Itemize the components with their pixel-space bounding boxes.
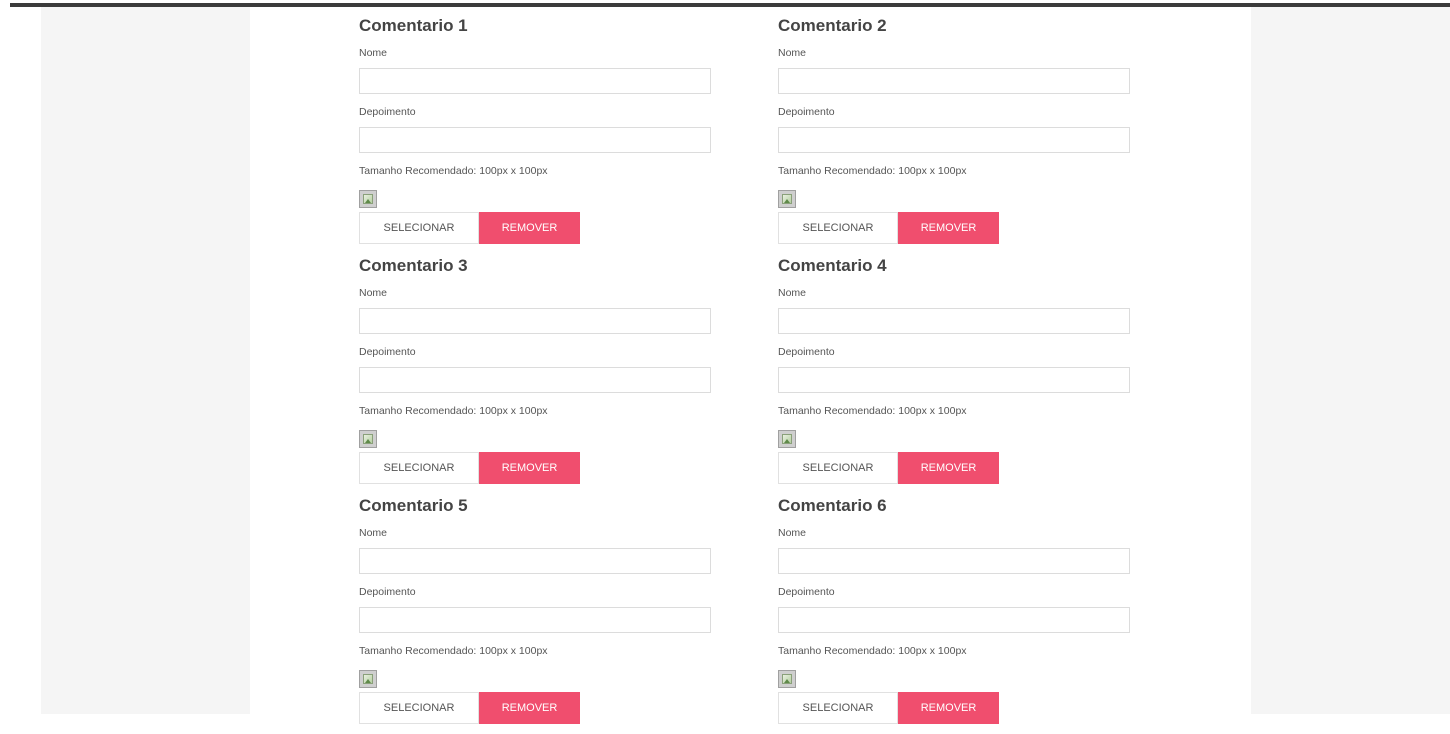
comment-block-3: Comentario 3 Nome Depoimento Tamanho Rec… (359, 254, 711, 494)
testimonial-input[interactable] (359, 607, 711, 633)
broken-image-icon (359, 430, 377, 448)
select-image-button[interactable]: SELECIONAR (359, 212, 479, 244)
testimonial-input[interactable] (359, 367, 711, 393)
comment-title: Comentario 5 (359, 496, 468, 515)
comment-title: Comentario 4 (778, 256, 887, 275)
name-label: Nome (359, 47, 388, 59)
name-label: Nome (778, 47, 807, 59)
testimonial-label: Depoimento (778, 346, 835, 358)
size-hint: Tamanho Recomendado: 100px x 100px (359, 405, 548, 417)
name-input[interactable] (359, 308, 711, 334)
remove-image-button[interactable]: REMOVER (479, 452, 580, 484)
image-actions: SELECIONAR REMOVER (359, 212, 711, 244)
name-input[interactable] (778, 308, 1130, 334)
image-actions: SELECIONAR REMOVER (778, 212, 1130, 244)
broken-image-icon (778, 670, 796, 688)
testimonial-label: Depoimento (778, 106, 835, 118)
comment-title: Comentario 6 (778, 496, 887, 515)
name-input[interactable] (778, 68, 1130, 94)
testimonial-label: Depoimento (359, 586, 416, 598)
testimonial-label: Depoimento (359, 106, 416, 118)
size-hint: Tamanho Recomendado: 100px x 100px (359, 165, 548, 177)
broken-image-icon (359, 190, 377, 208)
testimonial-label: Depoimento (359, 346, 416, 358)
name-input[interactable] (359, 548, 711, 574)
comment-title: Comentario 2 (778, 16, 887, 35)
name-input[interactable] (778, 548, 1130, 574)
comment-block-4: Comentario 4 Nome Depoimento Tamanho Rec… (778, 254, 1130, 494)
select-image-button[interactable]: SELECIONAR (778, 452, 898, 484)
remove-image-button[interactable]: REMOVER (479, 692, 580, 724)
comment-block-2: Comentario 2 Nome Depoimento Tamanho Rec… (778, 14, 1130, 254)
top-bar (0, 0, 1450, 7)
size-hint: Tamanho Recomendado: 100px x 100px (778, 165, 967, 177)
remove-image-button[interactable]: REMOVER (898, 452, 999, 484)
testimonial-label: Depoimento (778, 586, 835, 598)
broken-image-icon (778, 430, 796, 448)
comment-title: Comentario 1 (359, 16, 468, 35)
select-image-button[interactable]: SELECIONAR (778, 212, 898, 244)
image-actions: SELECIONAR REMOVER (778, 452, 1130, 484)
image-actions: SELECIONAR REMOVER (359, 452, 711, 484)
testimonial-input[interactable] (778, 367, 1130, 393)
name-label: Nome (778, 527, 807, 539)
select-image-button[interactable]: SELECIONAR (359, 452, 479, 484)
broken-image-icon (359, 670, 377, 688)
image-actions: SELECIONAR REMOVER (778, 692, 1130, 724)
testimonial-input[interactable] (359, 127, 711, 153)
remove-image-button[interactable]: REMOVER (898, 212, 999, 244)
size-hint: Tamanho Recomendado: 100px x 100px (359, 645, 548, 657)
name-label: Nome (359, 287, 388, 299)
size-hint: Tamanho Recomendado: 100px x 100px (778, 405, 967, 417)
testimonial-input[interactable] (778, 127, 1130, 153)
comment-block-1: Comentario 1 Nome Depoimento Tamanho Rec… (359, 14, 711, 254)
select-image-button[interactable]: SELECIONAR (778, 692, 898, 724)
comments-grid: Comentario 1 Nome Depoimento Tamanho Rec… (359, 14, 1130, 734)
comment-title: Comentario 3 (359, 256, 468, 275)
name-label: Nome (778, 287, 807, 299)
name-input[interactable] (359, 68, 711, 94)
remove-image-button[interactable]: REMOVER (479, 212, 580, 244)
comment-block-6: Comentario 6 Nome Depoimento Tamanho Rec… (778, 494, 1130, 734)
comment-block-5: Comentario 5 Nome Depoimento Tamanho Rec… (359, 494, 711, 734)
remove-image-button[interactable]: REMOVER (898, 692, 999, 724)
image-actions: SELECIONAR REMOVER (359, 692, 711, 724)
select-image-button[interactable]: SELECIONAR (359, 692, 479, 724)
testimonial-input[interactable] (778, 607, 1130, 633)
name-label: Nome (359, 527, 388, 539)
broken-image-icon (778, 190, 796, 208)
size-hint: Tamanho Recomendado: 100px x 100px (778, 645, 967, 657)
